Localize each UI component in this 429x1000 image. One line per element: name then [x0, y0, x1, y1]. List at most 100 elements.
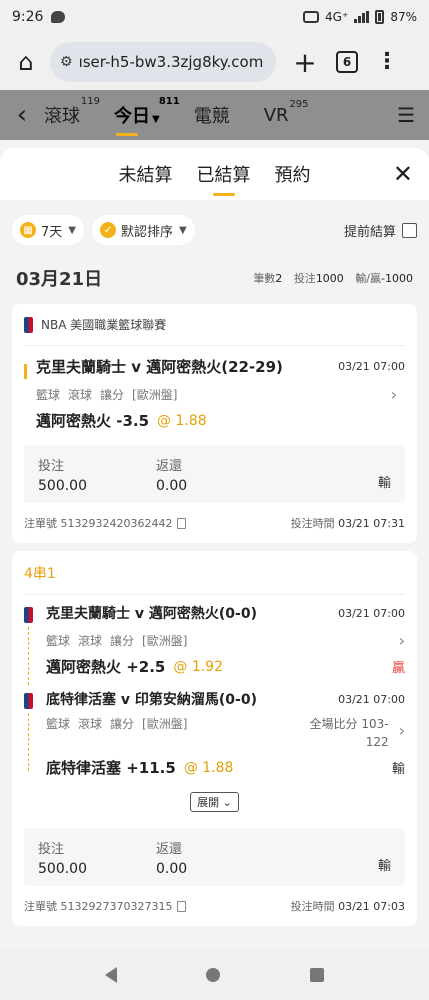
nba-logo-icon	[24, 316, 33, 333]
return-label: 返還	[156, 458, 183, 474]
bet-detail[interactable]: 克里夫蘭騎士 v 邁阿密熱火(22-29) 03/21 07:00 籃球 滾球 …	[24, 346, 405, 439]
nba-logo-icon	[24, 607, 33, 623]
bet-record-sheet: 未結算 已結算 預約 ✕ ▦ 7天 ▼ ✓ 默認排序 ▼ 提前結算 03月21日…	[0, 148, 429, 950]
tag-sport: 籃球	[36, 388, 61, 402]
nav-item-count: 295	[289, 98, 309, 110]
combo-bet-card: 4串1 克里夫蘭騎士 v 邁阿密熱火(0-0) 03/21 07:00 籃球 滾…	[12, 551, 417, 926]
bet-time: 投注時間 03/21 07:31	[291, 515, 405, 531]
system-back-icon[interactable]	[104, 967, 117, 983]
bet-odds: @ 1.88	[183, 759, 234, 776]
expand-button[interactable]: 展開 ⌄	[190, 792, 239, 812]
filter-settings-icon[interactable]: ☰	[397, 103, 415, 127]
score-value: 122	[365, 735, 389, 749]
days-filter[interactable]: ▦ 7天 ▼	[12, 215, 84, 245]
system-recents-icon[interactable]	[310, 968, 325, 982]
nav-item-label: 今日	[114, 106, 150, 127]
match-time: 03/21 07:00	[338, 360, 405, 373]
tag-odds-format: [歐洲盤]	[142, 634, 188, 648]
league-header: NBA 美國職業籃球聯賽	[24, 304, 405, 346]
count-value: 2	[275, 272, 283, 285]
ticket-number: 5132932420362442	[60, 516, 173, 530]
count-label: 筆數	[253, 272, 276, 285]
return-value: 0.00	[156, 477, 188, 494]
status-icons: 4G⁺ 87%	[303, 10, 417, 24]
tag-market: 讓分	[110, 717, 135, 731]
match-title: 克里夫蘭騎士 v 邁阿密熱火(0-0)	[46, 606, 257, 622]
status-bar: 9:26 4G⁺ 87%	[0, 0, 429, 34]
nav-item-vr[interactable]: VR 295	[264, 99, 309, 126]
tab-reserved[interactable]: 預約	[275, 161, 311, 187]
bet-odds: @ 1.88	[157, 412, 207, 429]
summary-stats: 筆數2 投注1000 輸/贏-1000	[253, 270, 413, 286]
summary-date: 03月21日	[16, 269, 103, 290]
match-title: 克里夫蘭騎士 v 邁阿密熱火(22-29)	[36, 358, 283, 376]
early-settle-checkbox[interactable]	[402, 222, 417, 238]
copy-icon[interactable]	[177, 900, 187, 912]
nav-item-count: 119	[80, 96, 100, 107]
bet-result: 輸	[377, 859, 391, 874]
system-home-icon[interactable]	[206, 968, 221, 982]
sort-filter[interactable]: ✓ 默認排序 ▼	[91, 215, 195, 245]
stake-label: 投注	[38, 458, 65, 474]
tag-odds-format: [歐洲盤]	[132, 388, 178, 402]
bet-pick: 底特律活塞 +11.5	[46, 759, 176, 777]
ticket-number: 5132927370327315	[60, 899, 173, 913]
tag-odds-format: [歐洲盤]	[142, 717, 188, 731]
wifi-icon	[303, 11, 320, 23]
bet-time-label: 投注時間	[290, 517, 335, 530]
pl-value: -1000	[381, 272, 413, 285]
tab-settled[interactable]: 已結算	[197, 161, 251, 187]
site-settings-icon[interactable]: ⚙	[60, 54, 73, 70]
system-nav-bar	[0, 950, 429, 1000]
bet-tags: 籃球 滾球 讓分 [歐洲盤] ›	[46, 631, 405, 650]
chevron-right-icon[interactable]: ›	[391, 385, 397, 404]
date-summary: 03月21日 筆數2 投注1000 輸/贏-1000	[0, 260, 429, 296]
nav-item-today[interactable]: 今日 ▼ 811	[114, 96, 180, 136]
url-bar[interactable]: ⚙ ıser-h5-bw3.3zjg8ky.com	[50, 42, 276, 82]
tab-switcher-button[interactable]: 6	[336, 51, 358, 73]
chevron-right-icon[interactable]: ›	[399, 631, 405, 650]
chevron-down-icon: ▼	[179, 224, 187, 236]
tab-count: 6	[342, 55, 352, 69]
bet-tags: 籃球 滾球 讓分 [歐洲盤] 全場比分 103- 122 ›	[46, 715, 405, 751]
return-value: 0.00	[156, 860, 188, 877]
tag-type: 滾球	[78, 717, 103, 731]
back-icon[interactable]: ‹	[0, 100, 44, 130]
tag-type: 滾球	[78, 634, 103, 648]
ticket-label: 注單號	[24, 517, 57, 530]
sort-filter-label: 默認排序	[120, 224, 173, 240]
nav-item-esports[interactable]: 電競	[194, 102, 230, 128]
tag-type: 滾球	[68, 388, 93, 402]
early-settle-label: 提前結算	[343, 224, 396, 240]
stake-label: 投注	[38, 841, 65, 857]
league-name: NBA 美國職業籃球聯賽	[41, 318, 167, 332]
status-time: 9:26	[12, 9, 44, 25]
amount-panel: 投注 500.00 返還 0.00 輸	[24, 445, 405, 503]
expand-label: 展開	[197, 796, 220, 809]
full-time-score: 全場比分 103- 122	[310, 715, 389, 751]
tab-unsettled[interactable]: 未結算	[119, 161, 173, 187]
home-icon[interactable]: ⌂	[10, 46, 42, 78]
tag-sport: 籃球	[46, 717, 71, 731]
more-menu-icon[interactable]: ⋮	[376, 51, 398, 73]
early-settle-toggle[interactable]: 提前結算	[344, 221, 417, 240]
close-icon[interactable]: ✕	[393, 160, 413, 188]
pl-label: 輸/贏	[355, 272, 382, 285]
new-tab-icon[interactable]: +	[290, 46, 320, 79]
bet-tags: 籃球 滾球 讓分 [歐洲盤] ›	[24, 385, 405, 404]
nba-logo-icon	[24, 693, 33, 709]
match-time: 03/21 07:00	[338, 606, 405, 620]
check-icon: ✓	[99, 222, 116, 238]
app-nav: ‹ 滾球 119 今日 ▼ 811 電競 VR 295 ☰	[0, 90, 429, 140]
bet-footer: 注單號 5132932420362442 投注時間 03/21 07:31	[24, 503, 405, 543]
battery-level: 87%	[390, 10, 417, 24]
nav-item-live[interactable]: 滾球 119	[44, 96, 100, 128]
url-text: ıser-h5-bw3.3zjg8ky.com	[78, 53, 264, 71]
leg-result: 輸	[391, 762, 405, 777]
accent-bar	[24, 364, 27, 379]
combo-leg[interactable]: 克里夫蘭騎士 v 邁阿密熱火(0-0) 03/21 07:00 籃球 滾球 讓分…	[24, 595, 405, 685]
combo-leg[interactable]: 底特律活塞 v 印第安納溜馬(0-0) 03/21 07:00 籃球 滾球 讓分…	[24, 681, 405, 782]
network-label: 4G⁺	[325, 10, 349, 24]
copy-icon[interactable]	[177, 517, 187, 529]
chevron-right-icon[interactable]: ›	[399, 721, 405, 740]
